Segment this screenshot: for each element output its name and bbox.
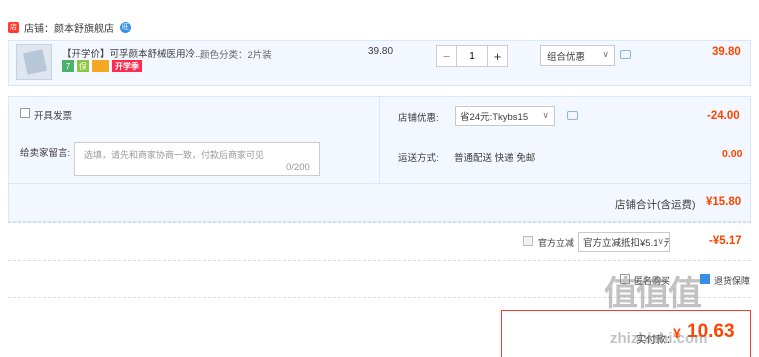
item-total: 39.80	[712, 46, 741, 58]
watermark-url: zhizhizhi.com	[610, 330, 708, 347]
divider	[8, 260, 751, 261]
official-discount-select[interactable]: 官方立减抵扣¥5.17元 ∨	[578, 232, 670, 252]
coupon-label: 店铺优惠:	[398, 113, 439, 124]
combo-discount-label: 组合优惠	[547, 51, 586, 63]
subtotal-amount: ¥15.80	[706, 196, 742, 208]
divider	[8, 222, 751, 223]
combo-discount-select[interactable]: 组合优惠 ∨	[540, 45, 615, 66]
comment-bubble-icon[interactable]	[620, 50, 631, 59]
panel-divider	[379, 96, 380, 184]
invoice-label: 开具发票	[34, 111, 73, 122]
increase-button[interactable]: +	[487, 46, 507, 66]
official-discount-amount: -¥5.17	[709, 235, 742, 247]
shipping-label: 运送方式:	[398, 153, 439, 164]
shipping-value: 普通配送 快递 免邮	[454, 153, 536, 164]
coupon-select[interactable]: 省24元:Tkybs15 ∨	[455, 106, 555, 126]
fast-label: 退货保障	[714, 276, 751, 286]
fast-checkbox[interactable]	[700, 274, 710, 284]
coupon-selected: 省24元:Tkybs15	[460, 112, 529, 123]
item-badges: 7 保 开学季	[62, 60, 142, 72]
official-discount-checkbox[interactable]	[523, 236, 533, 246]
shop-header: 店 店铺：颜本舒旗舰店 旺	[8, 18, 131, 36]
quantity-stepper: − +	[436, 45, 508, 67]
chevron-down-icon: ∨	[542, 110, 549, 120]
card-icon[interactable]	[92, 60, 109, 72]
unit-price: 39.80	[368, 46, 394, 57]
shop-logo-icon: 店	[8, 21, 19, 33]
shop-name-link[interactable]: 店铺：颜本舒旗舰店	[24, 20, 114, 35]
wangwang-icon[interactable]: 旺	[120, 21, 131, 33]
invoice-checkbox[interactable]	[20, 108, 30, 118]
official-discount-label: 官方立减	[538, 238, 575, 248]
watermark-logo: 值值值	[604, 275, 702, 313]
item-spec: 颜色分类：2片装	[200, 50, 272, 61]
memo-placeholder: 选填，请先和商家协商一致，付款后商家可见	[84, 150, 265, 160]
chevron-down-icon: ∨	[657, 236, 664, 247]
comment-bubble-icon[interactable]	[567, 111, 578, 120]
chevron-down-icon: ∨	[602, 49, 609, 59]
promo-badge: 开学季	[112, 60, 142, 72]
decrease-button[interactable]: −	[437, 46, 457, 66]
coupon-amount: -24.00	[707, 110, 740, 122]
guarantee-icon[interactable]: 保	[77, 60, 89, 72]
memo-char-count: 0/200	[286, 162, 310, 173]
shipping-amount: 0.00	[722, 148, 743, 160]
item-thumbnail[interactable]	[16, 44, 52, 80]
memo-label: 给卖家留言:	[20, 148, 71, 159]
subtotal-label: 店铺合计(含运费)	[615, 199, 696, 211]
seven-day-return-icon[interactable]: 7	[62, 60, 74, 72]
item-title-link[interactable]: 【开学价】可孚颜本舒械医用冷...	[62, 46, 203, 60]
quantity-input[interactable]	[457, 46, 487, 66]
